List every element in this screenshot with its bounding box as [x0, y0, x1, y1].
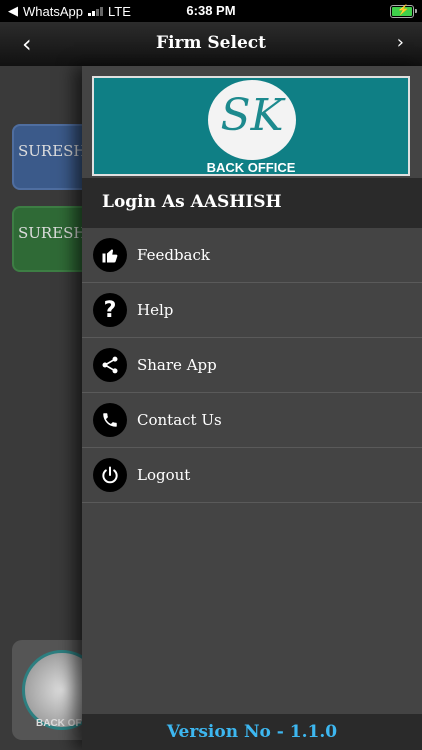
battery-icon: ⚡ — [390, 5, 417, 18]
clock: 6:38 PM — [186, 3, 236, 18]
version-footer: Version No - 1.1.0 — [82, 714, 422, 750]
menu-item-help[interactable]: ? Help — [82, 283, 422, 338]
side-drawer: SK BACK OFFICE Login As AASHISH Feedback… — [82, 66, 422, 750]
menu-label: Share App — [137, 356, 217, 374]
logo-circle: SK — [208, 80, 296, 160]
menu-label: Help — [137, 301, 174, 319]
menu-item-logout[interactable]: Logout — [82, 448, 422, 503]
logo-letters: SK — [220, 90, 284, 141]
page-title: Firm Select — [156, 33, 266, 53]
menu-label: Contact Us — [137, 411, 222, 429]
help-icon: ? — [93, 293, 127, 327]
firm-name: SURESH — [18, 224, 87, 242]
menu-label: Feedback — [137, 246, 210, 264]
nav-bar: ‹ Firm Select › — [0, 22, 422, 66]
power-icon — [93, 458, 127, 492]
forward-chevron-icon[interactable]: › — [397, 32, 404, 53]
login-label: Login As AASHISH — [102, 192, 282, 212]
drawer-menu: Feedback ? Help Share App Contact Us Log… — [82, 228, 422, 503]
status-bar: ◀ WhatsApp LTE 6:38 PM ⚡ — [0, 0, 422, 22]
menu-item-feedback[interactable]: Feedback — [82, 228, 422, 283]
logo-subtitle: BACK OFFICE — [206, 160, 296, 175]
brand-logo: SK BACK OFFICE — [92, 76, 410, 176]
menu-label: Logout — [137, 466, 191, 484]
firm-name: SURESH — [18, 142, 87, 160]
menu-item-share-app[interactable]: Share App — [82, 338, 422, 393]
thumbs-up-icon — [93, 238, 127, 272]
share-icon — [93, 348, 127, 382]
menu-item-contact-us[interactable]: Contact Us — [82, 393, 422, 448]
login-header: Login As AASHISH — [82, 178, 422, 228]
phone-icon — [93, 403, 127, 437]
